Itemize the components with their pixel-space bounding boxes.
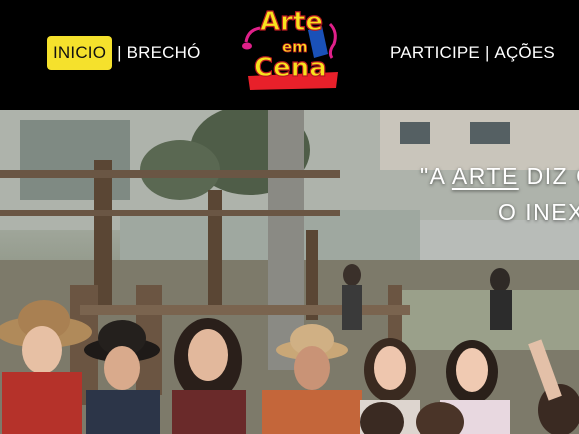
nav-participe-link[interactable]: PARTICIPE	[390, 43, 480, 63]
quote-emphasis: ARTE	[451, 163, 519, 189]
arte-em-cena-logo[interactable]: Arte em Cena	[238, 2, 346, 96]
treble-clef-icon	[328, 22, 337, 59]
nav-left: INICIO | BRECHÓ	[47, 36, 201, 70]
logo-word-cena: Cena	[254, 53, 327, 83]
hero-banner: "A ARTE DIZ O O INEX	[0, 110, 579, 434]
nav-separator: |	[117, 43, 122, 62]
music-note-icon	[242, 26, 261, 50]
quote-line-2: O INEX	[498, 199, 579, 225]
site-header: INICIO | BRECHÓ Arte em Cena PARTICIPE |…	[0, 0, 579, 110]
nav-acoes-link[interactable]: AÇÕES	[494, 43, 555, 63]
nav-inicio-link[interactable]: INICIO	[47, 36, 113, 70]
nav-right: PARTICIPE | AÇÕES	[390, 36, 555, 70]
logo-graphic: Arte em Cena	[242, 6, 338, 90]
quote-prefix: "A	[420, 163, 452, 189]
hero-quote: "A ARTE DIZ O O INEX	[420, 158, 579, 230]
nav-separator: |	[484, 43, 490, 62]
quote-suffix: DIZ O	[526, 163, 579, 189]
logo-word-arte: Arte	[260, 7, 323, 37]
nav-brecho-link[interactable]: BRECHÓ	[127, 43, 201, 63]
